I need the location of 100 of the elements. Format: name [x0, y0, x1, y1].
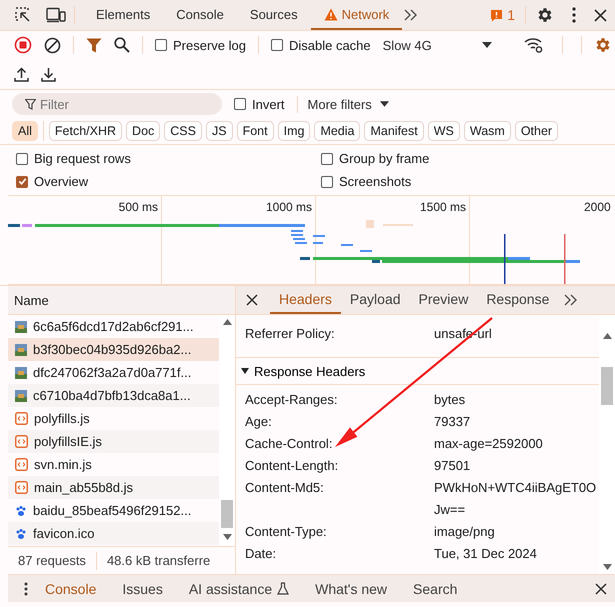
header-name: Referrer Policy:	[245, 325, 336, 343]
request-row[interactable]: 6c6a5f6dcd17d2ab6cf291...	[8, 315, 219, 338]
close-icon[interactable]	[595, 582, 607, 594]
details-tab[interactable]: Payload	[340, 286, 410, 314]
panel-tab[interactable]: Console	[163, 0, 237, 30]
header-name: Age:	[245, 413, 273, 431]
drawer-tab[interactable]: What's new	[302, 580, 400, 596]
drawer-tab[interactable]: AI assistance	[176, 580, 302, 596]
details-tab[interactable]: Preview	[410, 286, 478, 314]
paw-icon	[15, 528, 27, 540]
type-filter-chip[interactable]: Font	[236, 121, 274, 141]
throttling-dropdown[interactable]: Slow 4G	[382, 38, 492, 52]
scroll-down-icon[interactable]	[222, 534, 232, 540]
checkbox[interactable]	[321, 152, 333, 164]
more-tabs-icon[interactable]	[564, 294, 578, 306]
device-toolbar-icon[interactable]	[46, 7, 66, 23]
scrollbar-thumb[interactable]	[221, 500, 233, 528]
more-options-icon[interactable]	[572, 7, 576, 23]
checkbox-option[interactable]: Group by frame	[321, 151, 615, 166]
header-name: Content-Type:	[245, 523, 328, 541]
request-row[interactable]: c6710ba4d7bfb13dca8a1...	[8, 384, 219, 407]
checkbox[interactable]	[270, 39, 283, 51]
checkbox-option[interactable]: Disable cache	[270, 38, 371, 52]
request-row[interactable]: polyfills.js	[8, 407, 219, 430]
checkbox[interactable]	[16, 152, 28, 164]
close-icon[interactable]	[246, 294, 258, 306]
more-filters-dropdown[interactable]: More filters	[296, 96, 395, 112]
time-tick-label: 2000	[584, 200, 611, 214]
header-value: bytes	[434, 391, 466, 409]
scrollbar[interactable]	[219, 315, 235, 546]
checkbox[interactable]	[234, 98, 246, 110]
name-column-header[interactable]: Name	[14, 292, 49, 308]
type-filter-chip[interactable]: Fetch/XHR	[48, 121, 122, 141]
time-tick-label: 1000 ms	[266, 200, 312, 214]
settings-icon[interactable]	[536, 6, 554, 24]
network-conditions-icon[interactable]	[524, 37, 544, 53]
paw-icon	[15, 504, 27, 516]
request-row[interactable]: favicon.ico	[8, 522, 219, 545]
panel-tab[interactable]: Sources	[236, 0, 311, 30]
scrollbar-thumb[interactable]	[601, 367, 613, 405]
type-filter-chip[interactable]: CSS	[164, 121, 202, 141]
panel-tab[interactable]: Elements	[83, 0, 164, 30]
checkbox[interactable]	[155, 39, 167, 51]
type-filter-chip[interactable]: Img	[278, 121, 310, 141]
checkbox-option[interactable]: Preserve log	[155, 38, 246, 52]
request-row[interactable]: b3f30bec04b935d926ba2...	[8, 338, 219, 361]
type-filter-chip[interactable]: Wasm	[464, 121, 511, 141]
type-filter-chip[interactable]: All	[12, 121, 38, 141]
request-row[interactable]: baidu_85beaf5496f29152...	[8, 499, 219, 522]
checkbox[interactable]	[321, 176, 333, 188]
type-filter-chip[interactable]: Other	[514, 121, 558, 141]
section-header[interactable]: Response Headers	[236, 357, 599, 385]
header-name: Cache-Control:	[245, 435, 334, 453]
network-settings-icon[interactable]	[594, 36, 612, 54]
checkbox-option[interactable]: Invert	[234, 96, 285, 112]
request-row[interactable]: main_ab55b8d.js	[8, 476, 219, 499]
filter-icon	[25, 99, 36, 110]
scrollbar[interactable]	[599, 315, 615, 574]
type-filter-chip[interactable]: WS	[428, 121, 460, 141]
flask-icon	[277, 582, 290, 595]
drawer-menu-icon[interactable]	[24, 582, 28, 596]
clear-icon[interactable]	[44, 36, 61, 54]
issue-icon	[490, 8, 504, 22]
filter-field[interactable]: Filter	[12, 93, 222, 115]
script-file-icon	[15, 435, 28, 448]
details-tab[interactable]: Response	[477, 286, 558, 314]
header-value: 79337	[434, 413, 472, 431]
drawer-tab[interactable]: Issues	[109, 580, 176, 596]
details-tab[interactable]: Headers	[270, 286, 341, 314]
type-filter-chip[interactable]: JS	[206, 121, 233, 141]
expanded-triangle-icon	[241, 367, 249, 375]
panel-tab[interactable]: Network	[310, 0, 402, 30]
header-value: 97501	[434, 457, 472, 475]
summary-text: 48.6 kB transferre	[106, 553, 210, 568]
drawer-tab[interactable]: Search	[400, 580, 470, 596]
search-icon[interactable]	[114, 37, 130, 53]
inspect-element-icon[interactable]	[14, 6, 32, 24]
time-tick-label: 500 ms	[118, 200, 158, 214]
more-tabs-icon[interactable]	[404, 9, 418, 21]
type-filter-chip[interactable]: Doc	[126, 121, 160, 141]
checkbox-option[interactable]: Overview	[16, 174, 321, 189]
checkbox[interactable]	[16, 176, 28, 188]
request-row[interactable]: svn.min.js	[8, 453, 219, 476]
scroll-up-icon[interactable]	[602, 333, 612, 339]
image-thumbnail-icon	[15, 344, 27, 356]
checkbox-option[interactable]: Screenshots	[321, 174, 615, 189]
scroll-up-icon[interactable]	[222, 319, 232, 325]
close-icon[interactable]	[594, 8, 607, 22]
type-filter-chip[interactable]: Media	[314, 121, 360, 141]
drawer-tab[interactable]: Console	[32, 580, 110, 596]
request-row[interactable]: polyfillsIE.js	[8, 430, 219, 453]
download-icon[interactable]	[41, 66, 56, 82]
scroll-down-icon[interactable]	[602, 564, 612, 570]
filter-icon[interactable]	[86, 38, 102, 52]
header-name: Accept-Ranges:	[245, 391, 338, 409]
type-filter-chip[interactable]: Manifest	[364, 121, 424, 141]
request-row[interactable]: dfc247062f3a2a7d0a771f...	[8, 361, 219, 384]
upload-icon[interactable]	[14, 66, 29, 82]
stop-recording-icon[interactable]	[14, 36, 32, 54]
checkbox-option[interactable]: Big request rows	[16, 151, 321, 166]
